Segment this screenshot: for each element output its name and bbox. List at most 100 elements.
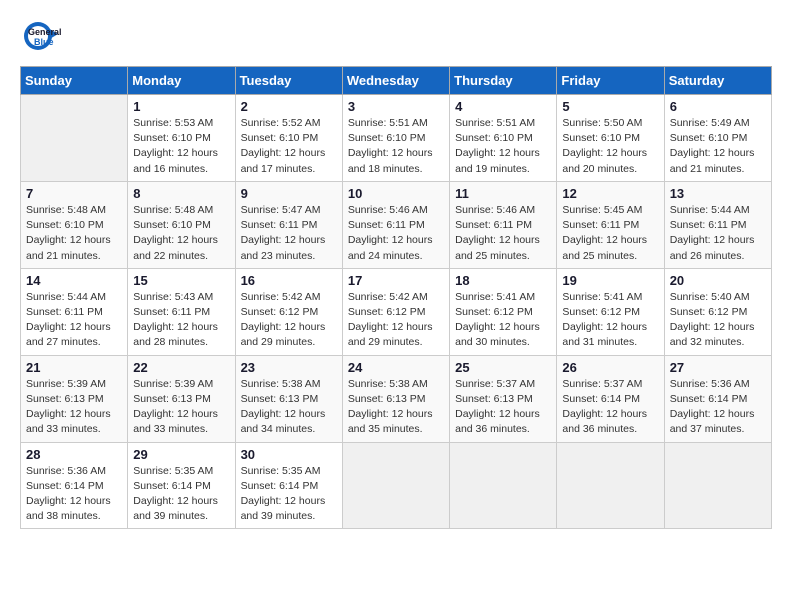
day-number: 21 [26,360,122,375]
calendar-cell: 9 Sunrise: 5:47 AMSunset: 6:11 PMDaylight… [235,181,342,268]
calendar-week-row: 21 Sunrise: 5:39 AMSunset: 6:13 PMDayligh… [21,355,772,442]
calendar-cell [664,442,771,529]
calendar-cell: 3 Sunrise: 5:51 AMSunset: 6:10 PMDaylight… [342,95,449,182]
day-info: Sunrise: 5:43 AMSunset: 6:11 PMDaylight:… [133,290,229,351]
calendar-header-friday: Friday [557,67,664,95]
day-info: Sunrise: 5:37 AMSunset: 6:14 PMDaylight:… [562,377,658,438]
day-number: 17 [348,273,444,288]
calendar-cell [557,442,664,529]
calendar-week-row: 7 Sunrise: 5:48 AMSunset: 6:10 PMDaylight… [21,181,772,268]
day-number: 22 [133,360,229,375]
day-info: Sunrise: 5:41 AMSunset: 6:12 PMDaylight:… [455,290,551,351]
day-info: Sunrise: 5:44 AMSunset: 6:11 PMDaylight:… [670,203,766,264]
calendar-header-monday: Monday [128,67,235,95]
day-info: Sunrise: 5:35 AMSunset: 6:14 PMDaylight:… [241,464,337,525]
day-number: 20 [670,273,766,288]
calendar-cell: 28 Sunrise: 5:36 AMSunset: 6:14 PMDayligh… [21,442,128,529]
day-info: Sunrise: 5:52 AMSunset: 6:10 PMDaylight:… [241,116,337,177]
day-number: 30 [241,447,337,462]
calendar-week-row: 28 Sunrise: 5:36 AMSunset: 6:14 PMDayligh… [21,442,772,529]
day-info: Sunrise: 5:41 AMSunset: 6:12 PMDaylight:… [562,290,658,351]
calendar-cell: 15 Sunrise: 5:43 AMSunset: 6:11 PMDayligh… [128,268,235,355]
day-info: Sunrise: 5:51 AMSunset: 6:10 PMDaylight:… [455,116,551,177]
day-info: Sunrise: 5:36 AMSunset: 6:14 PMDaylight:… [670,377,766,438]
day-number: 3 [348,99,444,114]
calendar-cell: 12Sunrise: 5:45 AMSunset: 6:11 PMDayligh… [557,181,664,268]
calendar-cell: 1 Sunrise: 5:53 AMSunset: 6:10 PMDaylight… [128,95,235,182]
day-info: Sunrise: 5:51 AMSunset: 6:10 PMDaylight:… [348,116,444,177]
day-number: 27 [670,360,766,375]
day-number: 25 [455,360,551,375]
calendar-cell: 2Sunrise: 5:52 AMSunset: 6:10 PMDaylight… [235,95,342,182]
day-info: Sunrise: 5:46 AMSunset: 6:11 PMDaylight:… [348,203,444,264]
calendar-cell: 18 Sunrise: 5:41 AMSunset: 6:12 PMDayligh… [450,268,557,355]
day-info: Sunrise: 5:39 AMSunset: 6:13 PMDaylight:… [26,377,122,438]
day-number: 7 [26,186,122,201]
calendar-cell: 10 Sunrise: 5:46 AMSunset: 6:11 PMDayligh… [342,181,449,268]
day-info: Sunrise: 5:42 AMSunset: 6:12 PMDaylight:… [348,290,444,351]
day-number: 29 [133,447,229,462]
day-number: 14 [26,273,122,288]
day-number: 28 [26,447,122,462]
svg-text:General: General [28,27,62,37]
logo: GeneralBlue [20,16,80,56]
svg-text:Blue: Blue [34,37,54,47]
day-number: 10 [348,186,444,201]
calendar-cell [21,95,128,182]
day-info: Sunrise: 5:39 AMSunset: 6:13 PMDaylight:… [133,377,229,438]
calendar-table: SundayMondayTuesdayWednesdayThursdayFrid… [20,66,772,529]
calendar-header-row: SundayMondayTuesdayWednesdayThursdayFrid… [21,67,772,95]
day-info: Sunrise: 5:40 AMSunset: 6:12 PMDaylight:… [670,290,766,351]
calendar-cell: 14 Sunrise: 5:44 AMSunset: 6:11 PMDayligh… [21,268,128,355]
day-info: Sunrise: 5:50 AMSunset: 6:10 PMDaylight:… [562,116,658,177]
calendar-cell [342,442,449,529]
day-info: Sunrise: 5:38 AMSunset: 6:13 PMDaylight:… [348,377,444,438]
day-info: Sunrise: 5:36 AMSunset: 6:14 PMDaylight:… [26,464,122,525]
day-info: Sunrise: 5:46 AMSunset: 6:11 PMDaylight:… [455,203,551,264]
day-number: 26 [562,360,658,375]
day-number: 8 [133,186,229,201]
day-number: 11 [455,186,551,201]
calendar-cell: 22 Sunrise: 5:39 AMSunset: 6:13 PMDayligh… [128,355,235,442]
day-number: 24 [348,360,444,375]
calendar-header-saturday: Saturday [664,67,771,95]
day-number: 23 [241,360,337,375]
day-number: 4 [455,99,551,114]
day-info: Sunrise: 5:53 AMSunset: 6:10 PMDaylight:… [133,116,229,177]
calendar-cell: 4 Sunrise: 5:51 AMSunset: 6:10 PMDaylight… [450,95,557,182]
calendar-header-wednesday: Wednesday [342,67,449,95]
calendar-week-row: 1 Sunrise: 5:53 AMSunset: 6:10 PMDaylight… [21,95,772,182]
day-info: Sunrise: 5:37 AMSunset: 6:13 PMDaylight:… [455,377,551,438]
day-info: Sunrise: 5:47 AMSunset: 6:11 PMDaylight:… [241,203,337,264]
day-info: Sunrise: 5:35 AMSunset: 6:14 PMDaylight:… [133,464,229,525]
calendar-cell: 24 Sunrise: 5:38 AMSunset: 6:13 PMDayligh… [342,355,449,442]
calendar-cell: 27 Sunrise: 5:36 AMSunset: 6:14 PMDayligh… [664,355,771,442]
calendar-header-thursday: Thursday [450,67,557,95]
calendar-cell: 20 Sunrise: 5:40 AMSunset: 6:12 PMDayligh… [664,268,771,355]
calendar-cell: 19 Sunrise: 5:41 AMSunset: 6:12 PMDayligh… [557,268,664,355]
calendar-cell: 25 Sunrise: 5:37 AMSunset: 6:13 PMDayligh… [450,355,557,442]
calendar-cell: 5Sunrise: 5:50 AMSunset: 6:10 PMDaylight… [557,95,664,182]
header: GeneralBlue [20,16,772,56]
day-info: Sunrise: 5:48 AMSunset: 6:10 PMDaylight:… [26,203,122,264]
day-info: Sunrise: 5:49 AMSunset: 6:10 PMDaylight:… [670,116,766,177]
day-info: Sunrise: 5:48 AMSunset: 6:10 PMDaylight:… [133,203,229,264]
day-number: 13 [670,186,766,201]
day-number: 18 [455,273,551,288]
day-number: 1 [133,99,229,114]
calendar-cell: 26 Sunrise: 5:37 AMSunset: 6:14 PMDayligh… [557,355,664,442]
calendar-cell: 30 Sunrise: 5:35 AMSunset: 6:14 PMDayligh… [235,442,342,529]
day-info: Sunrise: 5:44 AMSunset: 6:11 PMDaylight:… [26,290,122,351]
day-number: 6 [670,99,766,114]
calendar-cell [450,442,557,529]
calendar-cell: 17 Sunrise: 5:42 AMSunset: 6:12 PMDayligh… [342,268,449,355]
day-number: 15 [133,273,229,288]
day-number: 19 [562,273,658,288]
day-info: Sunrise: 5:38 AMSunset: 6:13 PMDaylight:… [241,377,337,438]
calendar-header-sunday: Sunday [21,67,128,95]
calendar-cell: 7 Sunrise: 5:48 AMSunset: 6:10 PMDaylight… [21,181,128,268]
day-number: 9 [241,186,337,201]
calendar-cell: 29 Sunrise: 5:35 AMSunset: 6:14 PMDayligh… [128,442,235,529]
day-info: Sunrise: 5:42 AMSunset: 6:12 PMDaylight:… [241,290,337,351]
calendar-cell: 21 Sunrise: 5:39 AMSunset: 6:13 PMDayligh… [21,355,128,442]
